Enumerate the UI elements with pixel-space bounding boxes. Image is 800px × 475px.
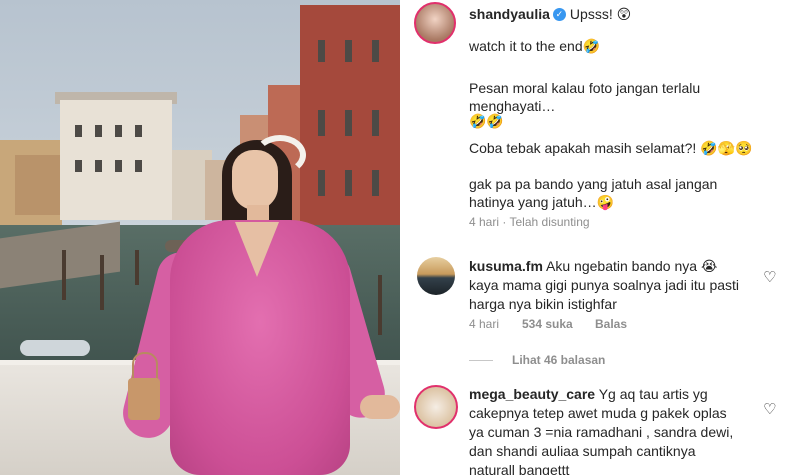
white-headband [254,135,306,175]
caption-text: gak pa pa bando yang jatuh asal jangan [469,176,718,192]
window [135,125,142,137]
post-photo[interactable] [0,0,400,475]
caption-meta: 4 hari · Telah disunting [469,214,590,230]
mooring-pole [378,275,382,335]
comment-text: ya cuman 3 =nia ramadhani , sandra dewi, [469,424,734,440]
commenter-avatar[interactable] [414,385,458,429]
comment-username[interactable]: mega_beauty_care [469,386,595,402]
comment-meta: 4 hari [469,316,499,332]
comment-text: naturall bangettt [469,462,570,475]
comment-likes[interactable]: 534 suka [522,316,573,332]
instagram-post-view: shandyaulia ✓ Upsss! 😲 watch it to the end… [0,0,800,475]
comment-text: harga nya bikin istighfar [469,296,617,312]
window [318,40,325,62]
woman-hand [360,395,400,419]
window [135,160,142,172]
caption-text: Upsss! 😲 [569,6,632,22]
author-avatar[interactable] [414,2,456,44]
window [115,125,122,137]
comment-line: kusuma.fm Aku ngebatin bando nya 😭 [469,256,717,276]
comment-username[interactable]: kusuma.fm [469,258,543,274]
caption-text: Pesan moral kalau foto jangan terlalu [469,80,701,96]
commenter-avatar[interactable] [417,257,455,295]
meta-separator: · [502,215,507,229]
comment-line: mega_beauty_care Yg aq tau artis yg [469,384,708,404]
window [345,170,352,196]
author-username[interactable]: shandyaulia [469,6,550,22]
caption-line-1: shandyaulia ✓ Upsss! 😲 [469,4,631,24]
view-replies-button[interactable]: Lihat 46 balasan [512,352,605,368]
window [115,160,122,172]
post-time[interactable]: 4 hari [469,215,499,229]
comment-text: Aku ngebatin bando nya 😭 [546,258,718,274]
window [95,160,102,172]
caption-text: 🤣🤣 [469,113,504,129]
comment-text: kaya mama gigi punya soalnya jadi itu pa… [469,277,740,293]
comment-text: dan shandi auliaa sumpah cantiknya [469,443,696,459]
boat [20,340,90,356]
building-left-2 [15,155,63,215]
heart-outline-icon[interactable]: ♡ [763,400,776,418]
window [345,40,352,62]
window [75,125,82,137]
window [372,40,379,62]
window [75,160,82,172]
window [345,110,352,136]
mooring-pole [135,250,139,285]
comment-time[interactable]: 4 hari [469,317,499,331]
replies-divider [469,360,493,361]
handbag [128,378,160,420]
caption-text: watch it to the end🤣 [469,38,601,54]
window [372,170,379,196]
mooring-pole [100,255,104,310]
reply-button[interactable]: Balas [595,316,627,332]
verified-badge-icon: ✓ [552,7,566,21]
window [318,110,325,136]
heart-outline-icon[interactable]: ♡ [763,268,776,286]
edited-label: Telah disunting [509,215,590,229]
mooring-pole [62,250,66,300]
dress-neckline [235,222,279,277]
comment-text: Yg aq tau artis yg [598,386,708,402]
window [95,125,102,137]
caption-text: hatinya yang jatuh…🤪 [469,194,615,210]
window [372,110,379,136]
caption-text: Coba tebak apakah masih selamat?! 🤣🫣🥺 [469,140,753,156]
comment-text: cakepnya tetep awet muda g pakek oplas [469,405,727,421]
window [318,170,325,196]
